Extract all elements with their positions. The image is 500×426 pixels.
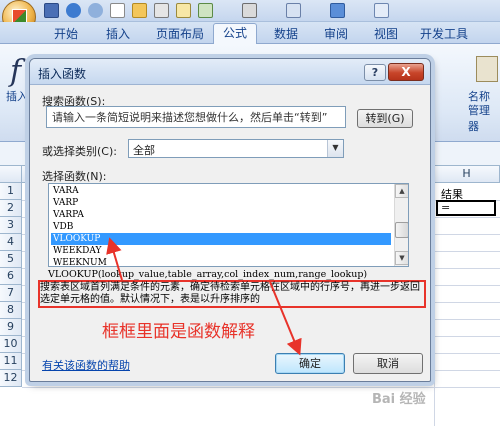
- function-help-link[interactable]: 有关该函数的帮助: [42, 357, 130, 373]
- watermark-logo: Bai 经验: [372, 392, 426, 407]
- insert-function-label[interactable]: 插入: [6, 88, 28, 104]
- scroll-up-arrow-icon[interactable]: ▲: [395, 184, 408, 198]
- spelling-icon[interactable]: [198, 3, 213, 18]
- insert-function-dialog: 插入函数 ? X 搜索函数(S): 转到(G) 或选择类别(C): 全部 ▼ 选…: [29, 58, 431, 382]
- function-list-item[interactable]: VDB: [51, 221, 391, 233]
- row-header[interactable]: 4: [0, 234, 22, 251]
- select-all-corner[interactable]: [0, 166, 22, 183]
- row-header[interactable]: 9: [0, 319, 22, 336]
- row-header[interactable]: 8: [0, 302, 22, 319]
- open-folder-icon[interactable]: [132, 3, 147, 18]
- row-header[interactable]: 11: [0, 353, 22, 370]
- function-list-item[interactable]: WEEKNUM: [51, 257, 391, 266]
- column-header-h[interactable]: H: [434, 166, 500, 183]
- scroll-thumb[interactable]: [395, 222, 408, 238]
- function-list-item[interactable]: VARA: [51, 185, 391, 197]
- function-list-label: 选择函数(N):: [42, 170, 107, 183]
- insert-function-icon[interactable]: f: [10, 54, 21, 89]
- category-selected-value: 全部: [133, 144, 155, 157]
- name-manager-label-2[interactable]: 管理器: [468, 102, 500, 134]
- tab-insert[interactable]: 插入: [98, 25, 138, 43]
- function-description: 搜索表区域首列满足条件的元素，确定待检索单元格在区域中的行序号，再进一步返回选定…: [40, 282, 420, 305]
- tab-developer[interactable]: 开发工具: [414, 25, 474, 43]
- sort-icon[interactable]: [286, 3, 301, 18]
- function-list-item[interactable]: VARP: [51, 197, 391, 209]
- ok-button[interactable]: 确定: [275, 353, 345, 374]
- gridline: [22, 387, 500, 388]
- row-header[interactable]: 12: [0, 370, 22, 387]
- redo-icon[interactable]: [88, 3, 103, 18]
- row-header[interactable]: 1: [0, 183, 22, 200]
- table-icon[interactable]: [374, 3, 389, 18]
- function-list-item[interactable]: VARPA: [51, 209, 391, 221]
- category-dropdown[interactable]: 全部 ▼: [128, 139, 344, 158]
- tab-view[interactable]: 视图: [366, 25, 406, 43]
- row-header[interactable]: 3: [0, 217, 22, 234]
- goto-button[interactable]: 转到(G): [357, 109, 413, 128]
- function-signature: VLOOKUP(lookup_value,table_array,col_ind…: [48, 269, 368, 280]
- dialog-title-bar[interactable]: 插入函数 ? X: [30, 59, 430, 85]
- function-list-scrollbar[interactable]: ▲ ▼: [394, 184, 408, 266]
- annotation-text: 框框里面是函数解释: [102, 322, 255, 342]
- undo-icon[interactable]: [66, 3, 81, 18]
- function-list-item[interactable]: WEEKDAY: [51, 245, 391, 257]
- print-icon[interactable]: [242, 3, 257, 18]
- row-header[interactable]: 7: [0, 285, 22, 302]
- tab-data[interactable]: 数据: [266, 25, 306, 43]
- email-icon[interactable]: [176, 3, 191, 18]
- print-preview-icon[interactable]: [154, 3, 169, 18]
- tab-review[interactable]: 审阅: [316, 25, 356, 43]
- tab-home[interactable]: 开始: [46, 25, 86, 43]
- dialog-close-button[interactable]: X: [388, 63, 424, 81]
- search-function-input[interactable]: [46, 106, 346, 128]
- save-icon[interactable]: [44, 3, 59, 18]
- new-file-icon[interactable]: [110, 3, 125, 18]
- row-header[interactable]: 6: [0, 268, 22, 285]
- function-list[interactable]: VARA VARP VARPA VDB VLOOKUP WEEKDAY WEEK…: [48, 183, 409, 267]
- row-header[interactable]: 10: [0, 336, 22, 353]
- row-header[interactable]: 5: [0, 251, 22, 268]
- chevron-down-icon[interactable]: ▼: [327, 140, 343, 157]
- ribbon-tab-strip: 开始 插入 页面布局 公式 数据 审阅 视图 开发工具: [0, 22, 500, 44]
- dialog-help-button[interactable]: ?: [364, 64, 386, 81]
- title-bar: [0, 0, 500, 34]
- active-cell[interactable]: =: [436, 200, 496, 216]
- name-manager-icon[interactable]: [476, 56, 498, 82]
- row-header[interactable]: 2: [0, 200, 22, 217]
- cancel-button[interactable]: 取消: [353, 353, 423, 374]
- chart-icon[interactable]: [330, 3, 345, 18]
- function-list-item-selected[interactable]: VLOOKUP: [51, 233, 391, 245]
- dialog-title: 插入函数: [38, 67, 87, 81]
- gridline: [434, 183, 435, 426]
- tab-formulas[interactable]: 公式: [213, 23, 257, 44]
- scroll-down-arrow-icon[interactable]: ▼: [395, 251, 408, 265]
- tab-page-layout[interactable]: 页面布局: [150, 25, 210, 43]
- category-label: 或选择类别(C):: [42, 145, 117, 158]
